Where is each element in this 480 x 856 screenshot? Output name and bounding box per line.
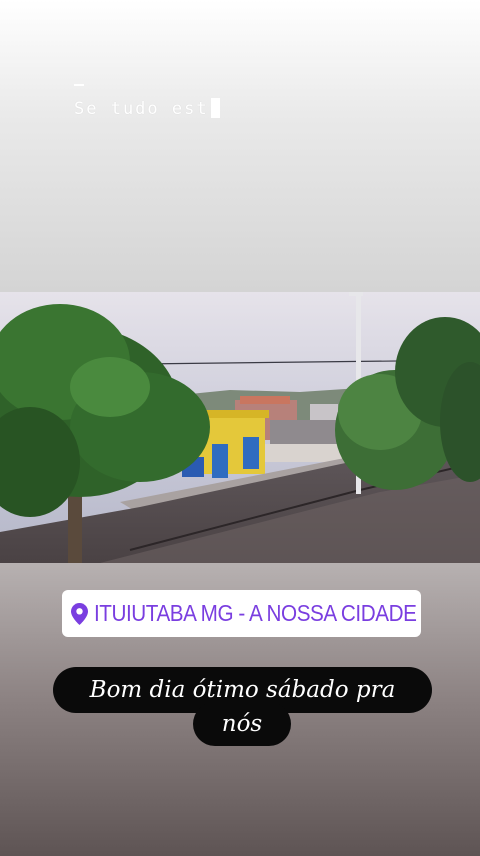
location-label: ITUIUTABA MG - A NOSSA CIDADE xyxy=(94,600,417,626)
typed-text-content: Se tudo est xyxy=(74,99,209,119)
caption-line-2: nós xyxy=(193,702,291,746)
typed-text: Se tudo est xyxy=(74,98,220,119)
text-dash xyxy=(74,84,84,86)
location-sticker[interactable]: ITUIUTABA MG - A NOSSA CIDADE xyxy=(62,590,421,637)
text-cursor xyxy=(210,98,220,118)
location-pin-icon xyxy=(71,602,88,625)
story-screen: Se tudo est ITUIUTABA MG - A NOSSA CIDAD… xyxy=(0,0,480,856)
caption-text-1: Bom dia ótimo sábado pra xyxy=(89,677,396,703)
street-photo xyxy=(0,292,480,563)
caption-text-2: nós xyxy=(221,711,263,737)
